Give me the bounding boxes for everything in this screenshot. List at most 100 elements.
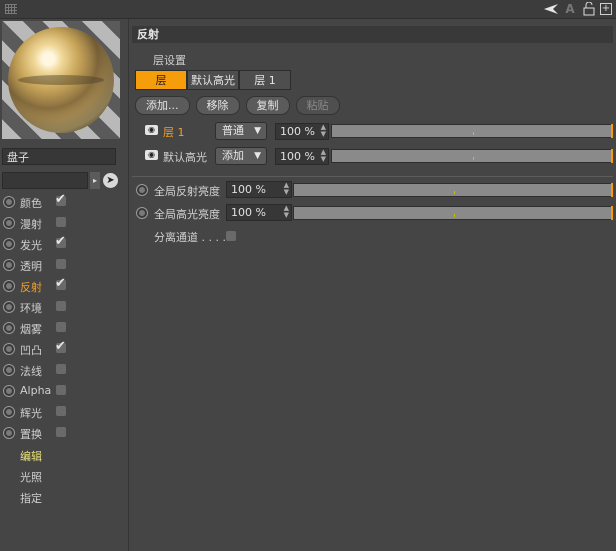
spinner-icon[interactable]: ▲ ▼ [321, 124, 326, 138]
slider-tick [473, 157, 474, 160]
channel-row[interactable]: 透明 [0, 255, 128, 276]
chevron-down-icon: ▼ [254, 126, 261, 136]
add-button[interactable]: 添加... [135, 96, 190, 115]
copy-button[interactable]: 复制 [245, 96, 290, 115]
channel-row[interactable]: 反射 ✔ [0, 276, 128, 297]
tab-layer[interactable]: 层 [135, 70, 187, 90]
lock-icon[interactable] [581, 1, 597, 17]
channel-label[interactable]: Alpha [20, 384, 51, 397]
channel-row[interactable]: 颜色 ✔ [0, 192, 128, 213]
channel-label[interactable]: 发光 [20, 237, 42, 253]
layer-strength-field[interactable]: 100 % ▲ ▼ [275, 123, 329, 140]
channel-radio[interactable] [3, 406, 15, 418]
channel-checkbox[interactable] [56, 406, 66, 416]
channel-label[interactable]: 环境 [20, 300, 42, 316]
channel-row[interactable]: Alpha [0, 381, 128, 402]
channel-label[interactable]: 透明 [20, 258, 42, 274]
channel-row[interactable]: 发光 ✔ [0, 234, 128, 255]
channel-radio[interactable] [3, 343, 15, 355]
sub-item-lighting[interactable]: 光照 [20, 467, 42, 488]
channel-radio[interactable] [3, 322, 15, 334]
channel-radio[interactable] [3, 280, 15, 292]
global-reflection-field[interactable]: 100 % ▲ ▼ [226, 181, 292, 198]
layer-name[interactable]: 层 1 [163, 124, 185, 140]
channel-checkbox[interactable] [56, 364, 66, 374]
channel-label[interactable]: 反射 [20, 279, 42, 295]
material-preview[interactable] [2, 21, 120, 139]
blend-mode-dropdown[interactable]: 添加 ▼ [215, 147, 267, 165]
layer-strength-slider[interactable] [331, 149, 613, 163]
sub-item-edit[interactable]: 编辑 [20, 446, 42, 467]
spinner-icon[interactable]: ▲ ▼ [284, 205, 289, 219]
channel-row[interactable]: 漫射 [0, 213, 128, 234]
channel-radio[interactable] [3, 259, 15, 271]
layer-strength-value: 100 % [280, 125, 315, 138]
channel-radio[interactable] [3, 196, 15, 208]
eye-icon[interactable]: ◉ [145, 150, 158, 160]
channel-row[interactable]: 法线 [0, 360, 128, 381]
chevron-down-icon: ▼ [254, 151, 261, 161]
blend-mode-dropdown[interactable]: 普通 ▼ [215, 122, 267, 140]
channel-label[interactable]: 辉光 [20, 405, 42, 421]
channel-checkbox[interactable] [56, 385, 66, 395]
layer-name[interactable]: 默认高光 [163, 149, 207, 165]
sub-item-assign[interactable]: 指定 [20, 488, 42, 509]
global-reflection-label: 全局反射亮度 [154, 185, 220, 198]
global-specular-value: 100 % [231, 206, 266, 219]
arrow-cursor-icon[interactable] [543, 1, 559, 17]
layer-strength-slider[interactable] [331, 124, 613, 138]
animation-radio[interactable] [136, 207, 148, 219]
global-specular-label: 全局高光亮度 [154, 208, 220, 221]
channel-label[interactable]: 烟雾 [20, 321, 42, 337]
channel-row[interactable]: 置换 [0, 423, 128, 444]
channel-radio[interactable] [3, 364, 15, 376]
channel-checkbox[interactable] [56, 217, 66, 227]
channel-label[interactable]: 漫射 [20, 216, 42, 232]
text-icon[interactable]: A [562, 1, 578, 17]
separate-pass-checkbox[interactable] [226, 231, 236, 241]
pick-cursor-icon[interactable]: ➤ [103, 173, 118, 188]
channel-row[interactable]: 辉光 [0, 402, 128, 423]
paste-button[interactable]: 粘贴 [295, 96, 340, 115]
search-field[interactable] [2, 172, 88, 189]
checkmark-icon: ✔ [55, 192, 66, 207]
layer-settings-label: 层设置 [153, 54, 186, 67]
global-reflection-row: 全局反射亮度 100 % ▲ ▼ [136, 181, 613, 199]
channel-row[interactable]: 凹凸 ✔ [0, 339, 128, 360]
eye-icon[interactable]: ◉ [145, 125, 158, 135]
channel-checkbox[interactable] [56, 301, 66, 311]
spinner-icon[interactable]: ▲ ▼ [321, 149, 326, 163]
channel-checkbox[interactable] [56, 427, 66, 437]
channel-radio[interactable] [3, 385, 15, 397]
channel-radio[interactable] [3, 238, 15, 250]
add-icon[interactable]: + [600, 3, 612, 15]
channel-label[interactable]: 颜色 [20, 195, 42, 211]
channel-checkbox[interactable] [56, 322, 66, 332]
expand-arrow-icon[interactable]: ▸ [90, 172, 100, 189]
remove-button[interactable]: 移除 [195, 96, 240, 115]
checkmark-icon: ✔ [55, 339, 66, 354]
material-name[interactable]: 盘子 [2, 148, 116, 165]
top-bar: A + [0, 0, 616, 19]
global-reflection-slider[interactable] [293, 183, 613, 197]
grip-icon[interactable] [5, 4, 17, 14]
global-specular-slider[interactable] [293, 206, 613, 220]
channel-row[interactable]: 烟雾 [0, 318, 128, 339]
channel-row[interactable]: 环境 [0, 297, 128, 318]
channel-label[interactable]: 置换 [20, 426, 42, 442]
animation-radio[interactable] [136, 184, 148, 196]
channel-radio[interactable] [3, 427, 15, 439]
tab-layer-1[interactable]: 层 1 [239, 70, 291, 90]
global-specular-field[interactable]: 100 % ▲ ▼ [226, 204, 292, 221]
spinner-icon[interactable]: ▲ ▼ [284, 182, 289, 196]
tab-default-specular[interactable]: 默认高光 [187, 70, 239, 90]
layer-buttons: 添加... 移除 复制 粘贴 [135, 96, 340, 115]
channel-radio[interactable] [3, 217, 15, 229]
channel-label[interactable]: 法线 [20, 363, 42, 379]
layer-tabs: 层 默认高光 层 1 [135, 70, 291, 90]
channel-checkbox[interactable] [56, 259, 66, 269]
material-sphere [8, 27, 114, 133]
channel-label[interactable]: 凹凸 [20, 342, 42, 358]
channel-radio[interactable] [3, 301, 15, 313]
layer-strength-field[interactable]: 100 % ▲ ▼ [275, 148, 329, 165]
